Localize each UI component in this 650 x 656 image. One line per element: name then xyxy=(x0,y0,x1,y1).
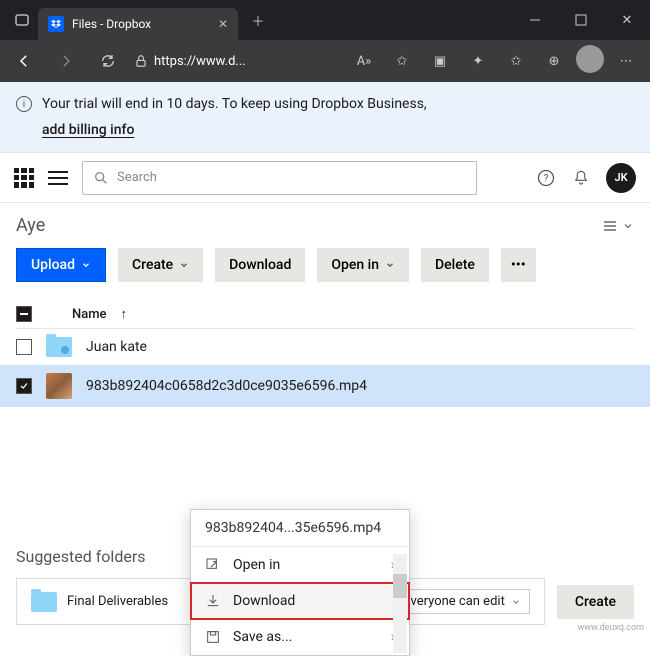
video-thumbnail xyxy=(46,373,72,399)
extension-icon[interactable]: ▣ xyxy=(424,45,456,77)
watermark: www.deuxq.com xyxy=(577,623,644,633)
maximize-button[interactable] xyxy=(558,0,604,40)
ctx-save-as[interactable]: Save as...› xyxy=(191,619,409,655)
ctx-open-in[interactable]: Open in› xyxy=(191,547,409,583)
read-aloud-icon[interactable]: A» xyxy=(348,45,380,77)
context-title: 983b892404...35e6596.mp4 xyxy=(191,510,409,547)
chevron-down-icon xyxy=(622,220,634,232)
row-checkbox[interactable] xyxy=(16,378,32,394)
context-scrollbar[interactable] xyxy=(393,554,407,653)
info-icon: i xyxy=(16,96,32,112)
collections-icon[interactable]: ⊕ xyxy=(538,45,570,77)
table-row[interactable]: Juan kate xyxy=(16,329,634,365)
favorites-icon[interactable]: ✩ xyxy=(500,45,532,77)
new-tab-button[interactable]: ＋ xyxy=(244,6,272,34)
download-icon xyxy=(205,593,221,609)
ctx-download[interactable]: Download xyxy=(191,583,409,619)
context-menu: 983b892404...35e6596.mp4 Open in› Downlo… xyxy=(190,509,410,656)
create-suggested-button[interactable]: Create xyxy=(557,585,634,619)
sort-up-icon: ↑ xyxy=(121,306,128,322)
url-text: https://www.d... xyxy=(154,54,246,69)
content-area: Aye Upload Create Download Open in Delet… xyxy=(0,203,650,637)
bell-icon[interactable] xyxy=(572,169,590,187)
profile-avatar[interactable] xyxy=(576,45,604,73)
suggested-folder-name: Final Deliverables xyxy=(67,594,168,609)
close-window-button[interactable]: ✕ xyxy=(604,0,650,40)
app-grid-icon[interactable] xyxy=(14,168,34,188)
minimize-button[interactable] xyxy=(512,0,558,40)
close-tab-icon[interactable]: ✕ xyxy=(218,17,228,31)
help-icon[interactable]: ? xyxy=(536,168,556,188)
svg-text:?: ? xyxy=(544,173,549,184)
chevron-down-icon xyxy=(179,260,189,270)
table-row[interactable]: 983b892404c0658d2c3d0ce9035e6596.mp4 xyxy=(0,365,650,407)
tab-overview-button[interactable] xyxy=(8,6,36,34)
file-name[interactable]: Juan kate xyxy=(86,339,147,355)
dropbox-favicon xyxy=(48,16,64,32)
action-bar: Upload Create Download Open in Delete ••… xyxy=(16,248,634,282)
tab-title: Files - Dropbox xyxy=(72,17,151,31)
banner-text: Your trial will end in 10 days. To keep … xyxy=(42,96,427,112)
view-toggle[interactable] xyxy=(602,218,634,234)
back-button[interactable] xyxy=(8,45,40,77)
download-button[interactable]: Download xyxy=(215,248,305,282)
browser-titlebar: Files - Dropbox ✕ ＋ ✕ xyxy=(0,0,650,40)
column-name[interactable]: Name xyxy=(72,307,107,322)
chevron-down-icon xyxy=(385,260,395,270)
search-input[interactable]: Search xyxy=(82,161,477,195)
folder-icon xyxy=(31,592,57,612)
file-name[interactable]: 983b892404c0658d2c3d0ce9035e6596.mp4 xyxy=(86,378,367,394)
more-icon[interactable]: ⋯ xyxy=(610,45,642,77)
open-icon xyxy=(205,557,221,573)
delete-button[interactable]: Delete xyxy=(421,248,489,282)
table-header: Name ↑ xyxy=(16,300,634,329)
trial-banner: i Your trial will end in 10 days. To kee… xyxy=(0,82,650,153)
browser-toolbar: https://www.d... A» ✩ ▣ ✦ ✩ ⊕ ⋯ xyxy=(0,40,650,82)
browser-tab[interactable]: Files - Dropbox ✕ xyxy=(38,8,238,40)
favorite-icon[interactable]: ✩ xyxy=(386,45,418,77)
upload-button[interactable]: Upload xyxy=(16,248,106,282)
row-checkbox[interactable] xyxy=(16,339,32,355)
add-billing-link[interactable]: add billing info xyxy=(42,122,634,138)
chevron-down-icon xyxy=(81,260,91,270)
extensions-icon[interactable]: ✦ xyxy=(462,45,494,77)
lock-icon xyxy=(134,54,148,68)
window-controls: ✕ xyxy=(512,0,650,40)
save-icon xyxy=(205,629,221,645)
address-bar[interactable]: https://www.d... xyxy=(134,54,338,69)
search-icon xyxy=(93,170,109,186)
breadcrumb[interactable]: Aye xyxy=(16,215,45,236)
create-button[interactable]: Create xyxy=(118,248,203,282)
select-all-checkbox[interactable] xyxy=(16,306,32,322)
more-actions-button[interactable]: ••• xyxy=(501,248,536,282)
app-header: Search ? JK xyxy=(0,153,650,203)
forward-button[interactable] xyxy=(50,45,82,77)
chevron-down-icon xyxy=(511,597,521,607)
search-placeholder: Search xyxy=(117,170,157,185)
open-in-button[interactable]: Open in xyxy=(317,248,409,282)
menu-icon[interactable] xyxy=(48,171,68,185)
folder-icon xyxy=(46,337,72,357)
user-avatar[interactable]: JK xyxy=(606,163,636,193)
refresh-button[interactable] xyxy=(92,45,124,77)
